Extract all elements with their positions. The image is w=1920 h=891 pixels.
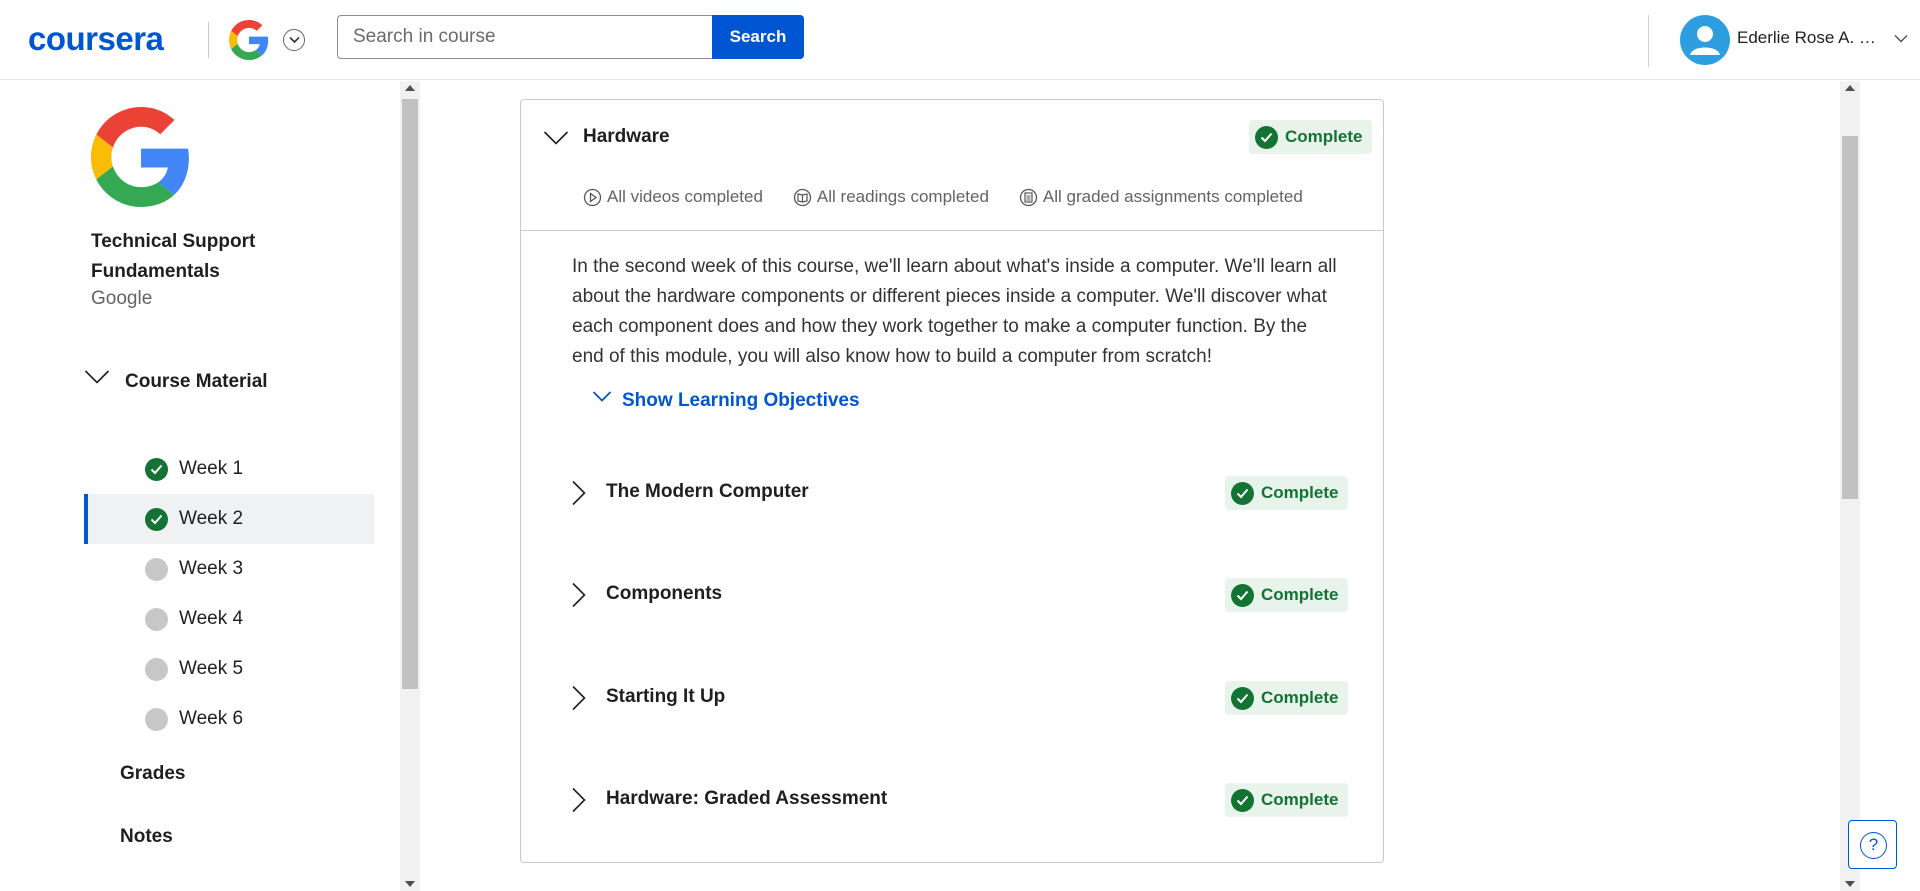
header-divider-right <box>1648 15 1649 67</box>
header-divider <box>208 22 209 58</box>
lesson-title[interactable]: Starting It Up <box>606 686 725 708</box>
status-badge: Complete <box>1225 783 1349 817</box>
scroll-up-arrow-icon[interactable] <box>1845 84 1855 91</box>
week-label: Week 3 <box>179 558 244 579</box>
stat-readings: All readings completed <box>793 187 989 207</box>
chevron-down-icon[interactable] <box>543 130 569 146</box>
week-label: Week 6 <box>179 708 244 729</box>
course-sidebar: Technical Support Fundamentals Google Co… <box>0 81 400 891</box>
course-title[interactable]: Technical Support Fundamentals <box>91 227 321 287</box>
partner-dropdown-button[interactable] <box>283 29 305 51</box>
week-label: Week 4 <box>179 608 244 629</box>
chevron-right-icon[interactable] <box>571 685 587 711</box>
status-badge: Complete <box>1249 120 1373 154</box>
learning-objectives-link[interactable]: Show Learning Objectives <box>622 390 860 412</box>
scroll-down-arrow-icon[interactable] <box>405 881 415 888</box>
week-label: Week 5 <box>179 658 244 679</box>
avatar[interactable] <box>1680 15 1730 65</box>
lesson-title[interactable]: Components <box>606 583 722 605</box>
sidebar-scrollbar[interactable] <box>400 81 420 891</box>
check-circle-icon <box>1231 583 1254 607</box>
help-icon: ? <box>1860 832 1887 859</box>
chevron-right-icon[interactable] <box>571 582 587 608</box>
scroll-down-arrow-icon[interactable] <box>1845 881 1855 888</box>
check-circle-icon <box>1231 788 1254 812</box>
chevron-down-icon <box>592 391 612 402</box>
book-circle-icon <box>793 188 812 206</box>
google-g-logo-icon[interactable] <box>229 20 269 60</box>
learning-objectives-toggle[interactable] <box>592 390 612 404</box>
module-title[interactable]: Hardware <box>583 126 670 148</box>
check-circle-icon <box>145 458 168 481</box>
lesson-title[interactable]: Hardware: Graded Assessment <box>606 788 887 810</box>
stat-videos: All videos completed <box>583 187 763 207</box>
scrollbar-thumb[interactable] <box>402 99 418 689</box>
stat-assignments: All graded assignments completed <box>1019 187 1303 207</box>
coursera-logo[interactable]: coursera <box>28 20 164 58</box>
check-circle-icon <box>145 508 168 531</box>
module-description: In the second week of this course, we'll… <box>572 256 1337 367</box>
empty-circle-icon <box>145 608 168 631</box>
chevron-down-icon <box>289 36 300 44</box>
panel-divider <box>521 230 1383 231</box>
status-badge: Complete <box>1225 681 1349 715</box>
chevron-right-icon[interactable] <box>571 787 587 813</box>
empty-circle-icon <box>145 658 168 681</box>
module-stats: All videos completed All readings comple… <box>583 187 1333 207</box>
google-g-logo-icon <box>91 107 189 207</box>
empty-circle-icon <box>145 708 168 731</box>
scrollbar-thumb[interactable] <box>1842 136 1858 499</box>
course-partner: Google <box>91 288 153 309</box>
user-name[interactable]: Ederlie Rose A. Le… <box>1737 28 1883 48</box>
lesson-title[interactable]: The Modern Computer <box>606 481 809 503</box>
sidebar-item-notes[interactable]: Notes <box>120 826 173 848</box>
empty-circle-icon <box>145 558 168 581</box>
search-input[interactable] <box>337 15 712 59</box>
user-icon <box>1690 26 1720 55</box>
scroll-up-arrow-icon[interactable] <box>405 84 415 91</box>
check-circle-icon <box>1231 686 1254 710</box>
status-badge: Complete <box>1225 578 1349 612</box>
search-button[interactable]: Search <box>712 15 804 59</box>
sidebar-item-week-4[interactable]: Week 4 <box>84 594 374 644</box>
sidebar-item-week-6[interactable]: Week 6 <box>84 694 374 744</box>
sidebar-item-week-2[interactable]: Week 2 <box>84 494 374 544</box>
chevron-down-icon <box>84 370 110 384</box>
week-label: Week 2 <box>179 508 244 529</box>
status-badge: Complete <box>1225 476 1349 510</box>
chevron-right-icon[interactable] <box>571 480 587 506</box>
sidebar-item-week-1[interactable]: Week 1 <box>84 444 374 494</box>
play-circle-icon <box>583 188 602 206</box>
sidebar-item-week-3[interactable]: Week 3 <box>84 544 374 594</box>
check-circle-icon <box>1255 125 1278 149</box>
week-label: Week 1 <box>179 458 244 479</box>
module-panel: Hardware Complete All videos completed A… <box>520 99 1384 863</box>
course-material-toggle[interactable] <box>84 369 110 385</box>
course-material-label[interactable]: Course Material <box>125 371 268 393</box>
assignment-circle-icon <box>1019 188 1038 206</box>
page-scrollbar[interactable] <box>1840 81 1860 891</box>
top-header: coursera Search Ederlie Rose A. Le… <box>0 0 1920 80</box>
check-circle-icon <box>1231 481 1254 505</box>
help-button[interactable]: ? <box>1848 820 1897 869</box>
sidebar-item-grades[interactable]: Grades <box>120 763 185 785</box>
chevron-down-icon[interactable] <box>1894 34 1908 43</box>
sidebar-item-week-5[interactable]: Week 5 <box>84 644 374 694</box>
